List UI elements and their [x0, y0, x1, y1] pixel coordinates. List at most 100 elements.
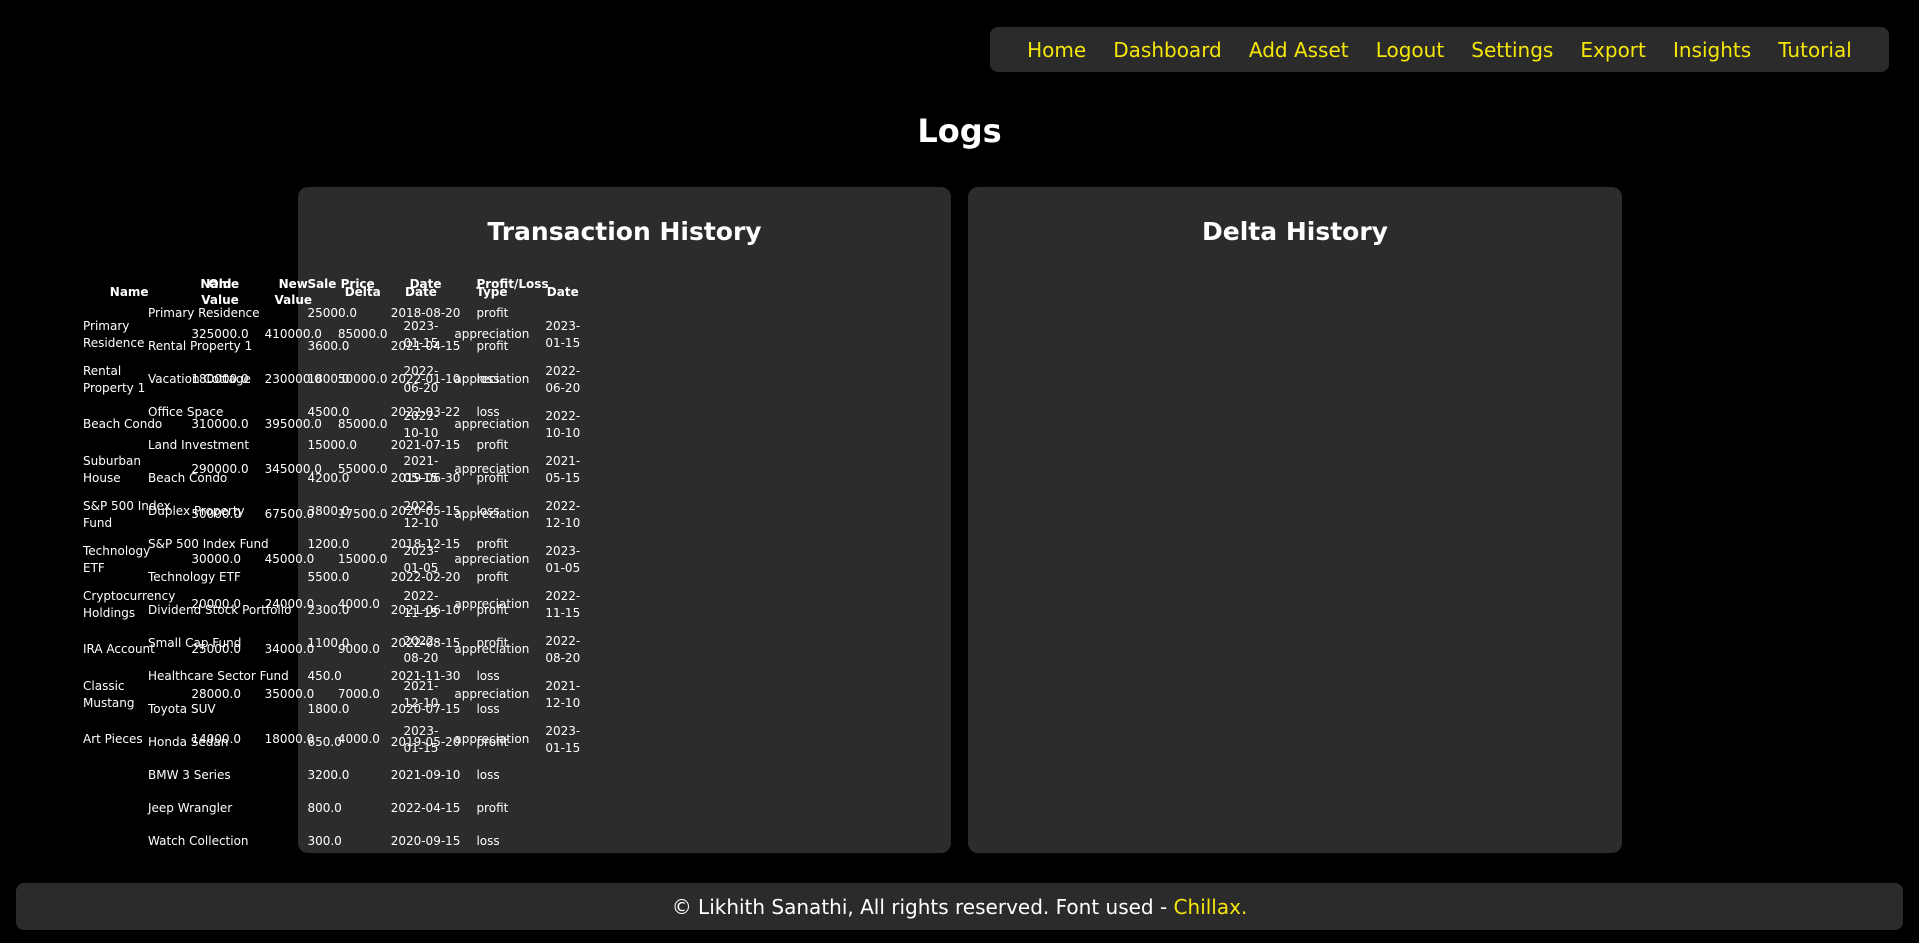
cell-old-value: 290000.0 — [191, 462, 249, 477]
cell-type: appreciation — [454, 417, 530, 432]
column-header-date-2: Date — [546, 285, 579, 299]
cell-date: 2021-05-15 — [403, 454, 439, 485]
table-row: Watch Collection 300.0 2020-09-15 loss — [140, 824, 557, 857]
cell-date-2: 2022-08-20 — [545, 634, 581, 665]
cell-date: 2021-12-10 — [403, 679, 439, 710]
cell-name: IRA Account — [83, 642, 155, 657]
cell-old-value: 180000.0 — [191, 372, 249, 387]
footer-font-link[interactable]: Chillax. — [1174, 895, 1248, 919]
table-row: S&P 500 Index Fund 50000.0 67500.0 17500.0 2… — [75, 492, 588, 537]
top-navbar: Home Dashboard Add Asset Logout Settings… — [990, 27, 1889, 72]
column-header-type: Type — [476, 285, 508, 299]
cell-name: Primary Residence — [83, 319, 145, 350]
table-row: Technology ETF 30000.0 45000.0 15000.0 2023-… — [75, 537, 588, 582]
cell-name: Art Pieces — [83, 732, 143, 747]
nav-home-link[interactable]: Home — [1027, 38, 1086, 62]
cell-delta: 15000.0 — [337, 552, 388, 567]
cell-old-value: 14000.0 — [191, 732, 241, 747]
cell-name: BMW 3 Series — [148, 767, 231, 782]
cell-old-value: 25000.0 — [191, 642, 241, 657]
delta-history-title: Delta History — [1202, 217, 1388, 246]
cell-name: Rental Property 1 — [83, 364, 146, 395]
cell-old-value: 28000.0 — [191, 687, 241, 702]
page-title: Logs — [917, 112, 1002, 150]
cell-name: Cryptocurrency Holdings — [83, 589, 176, 620]
cell-new-value: 34000.0 — [264, 642, 315, 657]
cell-new-value: 410000.0 — [264, 327, 322, 342]
cell-new-value: 67500.0 — [264, 507, 315, 522]
cell-date: 2023-01-15 — [403, 319, 439, 350]
cell-date: 2023-01-05 — [403, 544, 439, 575]
cell-date-2: 2023-01-15 — [545, 319, 581, 350]
table-row: Primary Residence 325000.0 410000.0 85000.0… — [75, 312, 588, 357]
nav-logout-link[interactable]: Logout — [1376, 38, 1444, 62]
table-row: Beach Condo 310000.0 395000.0 85000.0 2022-1… — [75, 402, 588, 447]
cell-delta: 9000.0 — [337, 642, 380, 657]
cell-date: 2023-01-15 — [403, 724, 439, 755]
cell-date-2: 2022-12-10 — [545, 499, 581, 530]
column-header-delta: Delta — [344, 285, 381, 299]
cell-delta: 4000.0 — [337, 597, 380, 612]
cell-type: appreciation — [454, 732, 530, 747]
column-header-name: Name — [109, 285, 149, 299]
cell-date-2: 2021-12-10 — [545, 679, 581, 710]
cell-name: Jeep Wrangler — [148, 800, 233, 815]
nav-add-asset-link[interactable]: Add Asset — [1249, 38, 1349, 62]
cell-date-2: 2023-01-15 — [545, 724, 581, 755]
footer-text: © Likhith Sanathi, All rights reserved. … — [671, 894, 1174, 919]
cell-delta: 85000.0 — [337, 327, 388, 342]
cell-new-value: 35000.0 — [264, 687, 315, 702]
cell-new-value: 395000.0 — [264, 417, 322, 432]
delta-history-panel[interactable]: Delta History — [968, 187, 1622, 853]
column-header-new-value: New Value — [274, 277, 313, 307]
table-row: Rental Property 1 180000.0 230000.0 50000.0… — [75, 357, 588, 402]
cell-date: 2022-12-10 — [403, 499, 439, 530]
cell-date: 2022-04-15 — [390, 800, 461, 815]
cell-new-value: 345000.0 — [264, 462, 322, 477]
cell-name: Technology ETF — [83, 544, 151, 575]
cell-delta: 85000.0 — [337, 417, 388, 432]
cell-old-value: 310000.0 — [191, 417, 249, 432]
cell-new-value: 45000.0 — [264, 552, 315, 567]
cell-date-2: 2021-05-15 — [545, 454, 581, 485]
cell-type: appreciation — [454, 462, 530, 477]
delta-table-body: Primary Residence 325000.0 410000.0 85000.0… — [75, 312, 588, 762]
cell-name: Classic Mustang — [83, 679, 135, 710]
cell-old-value: 20000.0 — [191, 597, 241, 612]
column-header-old-value: Old Value — [201, 277, 239, 307]
cell-delta: 55000.0 — [337, 462, 388, 477]
cell-new-value: 24000.0 — [264, 597, 315, 612]
nav-dashboard-link[interactable]: Dashboard — [1113, 38, 1222, 62]
cell-date: 2021-09-10 — [390, 767, 461, 782]
cell-name: Beach Condo — [83, 417, 163, 432]
transaction-history-title: Transaction History — [487, 217, 762, 246]
delta-history-table: Name Old Value New Value Delta Date Type… — [75, 272, 588, 762]
cell-type: appreciation — [454, 597, 530, 612]
nav-settings-link[interactable]: Settings — [1471, 38, 1553, 62]
cell-name: Suburban House — [83, 454, 141, 485]
cell-date: 2022-11-15 — [403, 589, 439, 620]
table-row: Art Pieces 14000.0 18000.0 4000.0 2023-01-15… — [75, 717, 588, 762]
cell-name: Watch Collection — [148, 833, 249, 848]
cell-date-2: 2022-06-20 — [545, 364, 581, 395]
table-row: Suburban House 290000.0 345000.0 55000.0 202… — [75, 447, 588, 492]
nav-export-link[interactable]: Export — [1580, 38, 1645, 62]
cell-profit-loss: profit — [476, 800, 509, 815]
cell-profit-loss: loss — [476, 767, 500, 782]
cell-old-value: 50000.0 — [191, 507, 241, 522]
cell-date-2: 2022-11-15 — [545, 589, 581, 620]
cell-type: appreciation — [454, 642, 530, 657]
cell-new-value: 18000.0 — [264, 732, 315, 747]
cell-name: S&P 500 Index Fund — [83, 499, 171, 530]
table-header-row: Name Old Value New Value Delta Date Type… — [75, 272, 588, 312]
table-row: Classic Mustang 28000.0 35000.0 7000.0 2021-… — [75, 672, 588, 717]
cell-old-value: 325000.0 — [191, 327, 249, 342]
nav-insights-link[interactable]: Insights — [1673, 38, 1751, 62]
table-row: IRA Account 25000.0 34000.0 9000.0 2022-08-2… — [75, 627, 588, 672]
cell-new-value: 230000.0 — [264, 372, 322, 387]
cell-date: 2022-06-20 — [403, 364, 439, 395]
cell-sale-price: 3200.0 — [307, 767, 350, 782]
footer: © Likhith Sanathi, All rights reserved. … — [16, 883, 1903, 930]
column-header-date: Date — [405, 285, 437, 299]
nav-tutorial-link[interactable]: Tutorial — [1778, 38, 1852, 62]
